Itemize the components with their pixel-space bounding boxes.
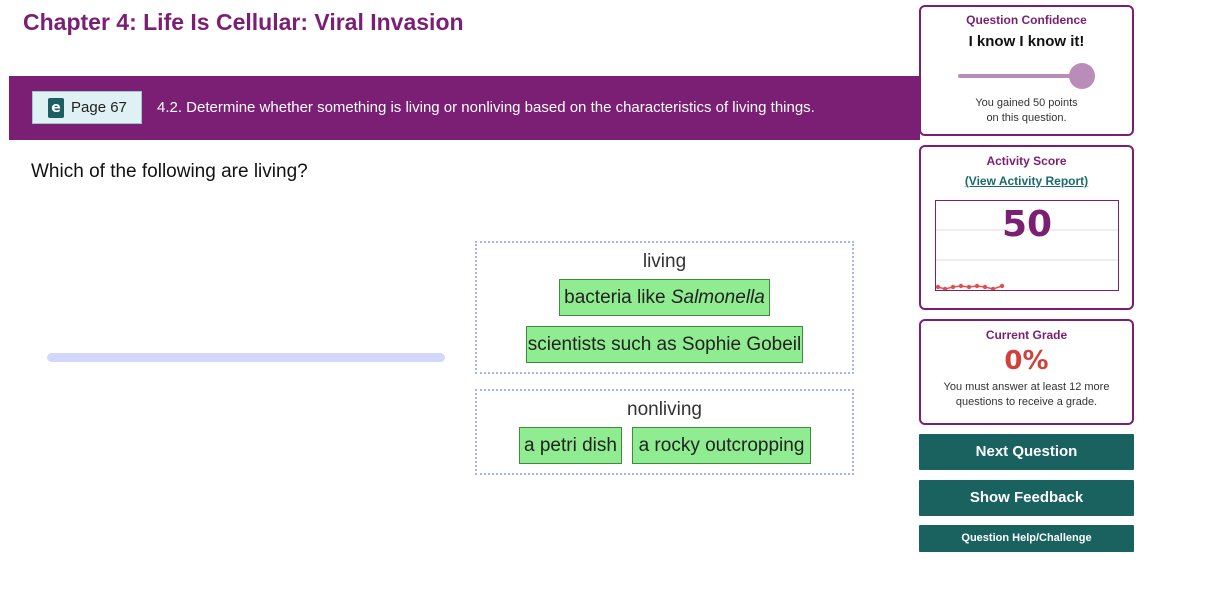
grade-note-line2: questions to receive a grade. — [955, 396, 1098, 408]
ebook-page-button[interactable]: e Page 67 — [32, 91, 142, 124]
score-chart: 50 — [935, 200, 1119, 291]
sparkline-point — [958, 283, 964, 289]
score-sparkline — [936, 283, 1005, 290]
confidence-slider-thumb[interactable] — [1069, 63, 1095, 89]
activity-score-card: Activity Score (View Activity Report) 50 — [919, 145, 1134, 310]
chip-rocky-outcropping[interactable]: a rocky outcropping — [632, 427, 811, 464]
page-label: Page 67 — [71, 99, 127, 116]
grade-note: You must answer at least 12 more questio… — [921, 380, 1132, 410]
question-help-button[interactable]: Question Help/Challenge — [919, 525, 1134, 552]
confidence-note-line2: on this question. — [986, 112, 1067, 124]
sparkline-point — [966, 284, 972, 290]
progress-bar — [47, 353, 445, 362]
show-feedback-button[interactable]: Show Feedback — [919, 480, 1134, 516]
grade-note-line1: You must answer at least 12 more — [943, 381, 1110, 393]
sparkline-point — [936, 284, 941, 290]
chip-scientists[interactable]: scientists such as Sophie Gobeil — [526, 326, 803, 363]
sparkline-point — [950, 284, 956, 290]
chip-bacteria[interactable]: bacteria like Salmonella — [559, 279, 770, 316]
sparkline-point — [982, 284, 988, 290]
chip-bacteria-italic: Salmonella — [670, 287, 765, 308]
current-grade-card: Current Grade 0% You must answer at leas… — [919, 319, 1134, 425]
learning-standard-text: 4.2. Determine whether something is livi… — [157, 99, 815, 116]
sparkline-point — [974, 283, 980, 289]
standard-banner: e Page 67 4.2. Determine whether somethi… — [9, 76, 920, 140]
current-grade-title: Current Grade — [985, 328, 1068, 342]
confidence-title: Question Confidence — [966, 13, 1087, 27]
nonliving-category-title: nonliving — [627, 399, 702, 420]
living-dropzone[interactable]: living bacteria like Salmonella scientis… — [475, 241, 854, 374]
nonliving-dropzone[interactable]: nonliving a petri dish a rocky outcroppi… — [475, 389, 854, 475]
confidence-note: You gained 50 points on this question. — [921, 96, 1132, 126]
view-activity-report-link[interactable]: (View Activity Report) — [965, 174, 1088, 188]
chapter-title: Chapter 4: Life Is Cellular: Viral Invas… — [23, 9, 464, 35]
current-grade-value: 0% — [1004, 346, 1049, 376]
question-prompt: Which of the following are living? — [31, 161, 308, 182]
question-confidence-card: Question Confidence I know I know it! Yo… — [919, 5, 1134, 136]
sparkline-point — [999, 283, 1005, 289]
sparkline-point — [990, 286, 996, 290]
chip-petri-dish[interactable]: a petri dish — [519, 427, 622, 464]
living-category-title: living — [642, 251, 687, 272]
confidence-slider[interactable] — [958, 63, 1095, 89]
confidence-value: I know I know it! — [968, 33, 1085, 50]
chip-bacteria-text: bacteria like — [564, 287, 671, 308]
sparkline-point — [942, 286, 948, 290]
ebook-icon: e — [48, 97, 64, 118]
confidence-note-line1: You gained 50 points — [975, 97, 1078, 109]
next-question-button[interactable]: Next Question — [919, 434, 1134, 470]
activity-score-title: Activity Score — [986, 154, 1067, 168]
